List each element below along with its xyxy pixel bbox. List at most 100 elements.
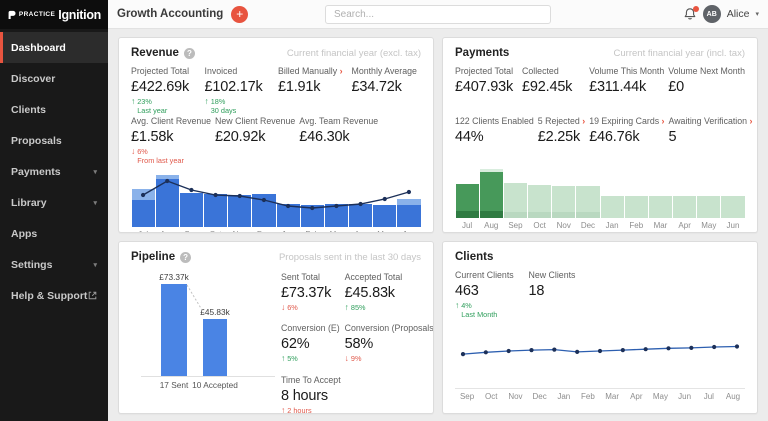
metric-delta: ↑18%30 days [205, 97, 275, 115]
month-label: Jan [600, 221, 624, 230]
pipeline-metrics: Sent Total£73.37k↓6%Accepted Total£45.83… [281, 270, 434, 414]
month-label: Aug [721, 392, 745, 401]
link-chevron-icon: › [337, 66, 342, 76]
revenue-bar [397, 167, 421, 227]
metric-value: 58% [345, 336, 434, 352]
payments-metrics-row1: Projected Total£407.93kCollected£92.45k V… [455, 66, 745, 116]
metric: Projected Total£407.93k [455, 66, 518, 95]
month-label: Aug [479, 221, 503, 230]
metric-value: 463 [455, 283, 525, 299]
month-label: Nov [552, 221, 576, 230]
metric-delta: ↓9% [345, 354, 434, 363]
practice-ignition-logo-icon [7, 9, 16, 21]
sidebar-item-discover[interactable]: Discover [0, 63, 108, 94]
revenue-bar [276, 167, 300, 227]
month-label: Jul [131, 230, 155, 233]
clients-months: SepOctNovDecJanFebMarAprMayJunJulAug [455, 388, 745, 401]
sidebar-item-clients[interactable]: Clients [0, 94, 108, 125]
metric-label[interactable]: 19 Expiring Cards › [589, 116, 664, 126]
metric: Collected£92.45k [522, 66, 585, 95]
metric-value: £422.69k [131, 79, 201, 95]
arrow-down-icon: ↓ [345, 354, 349, 363]
metric: 122 Clients Enabled44% [455, 116, 534, 145]
metric-label: Volume This Month [589, 66, 664, 76]
metric-label: Time To Accept [281, 375, 341, 385]
revenue-bar [179, 167, 203, 227]
payments-bar [503, 158, 527, 218]
month-label: Dec [528, 392, 552, 401]
metric-value: £311.44k [589, 79, 664, 95]
card-period: Proposals sent in the last 30 days [279, 252, 421, 263]
metric-value: £1.58k [131, 129, 211, 145]
sidebar-item-apps[interactable]: Apps [0, 218, 108, 249]
chevron-down-icon: ▾ [93, 168, 97, 176]
account-name[interactable]: Growth Accounting [117, 8, 223, 20]
metric-delta: ↓6% [281, 303, 341, 312]
metric-value: £20.92k [215, 129, 295, 145]
metric-label: Collected [522, 66, 585, 76]
link-chevron-icon: › [747, 116, 752, 126]
metric-value: £2.25k [538, 129, 585, 145]
sidebar-item-label: Clients [11, 104, 46, 116]
arrow-up-icon: ↑ [281, 406, 285, 414]
metric-label: Monthly Average [352, 66, 422, 76]
avatar[interactable]: AB [703, 5, 721, 23]
sidebar-item-settings[interactable]: Settings▾ [0, 249, 108, 280]
metric-label[interactable]: Awaiting Verification › [668, 116, 752, 126]
search-input[interactable] [325, 5, 551, 24]
metric-label[interactable]: Billed Manually › [278, 66, 348, 76]
metric: New Clients18 [529, 270, 599, 319]
metric-value: £46.30k [299, 129, 378, 145]
payments-bar [600, 158, 624, 218]
metric: Sent Total£73.37k↓6% [281, 272, 341, 312]
month-label: Mar [324, 230, 348, 233]
app-logo[interactable]: PRACTICE Ignition [0, 0, 108, 29]
pipeline-bar-label: 10 Accepted [192, 380, 238, 390]
month-label: Aug [155, 230, 179, 233]
payments-metrics-row2: 122 Clients Enabled44% 5 Rejected › £2.25k… [455, 116, 745, 156]
metric-label: Invoiced [205, 66, 275, 76]
revenue-card: Revenue ? Current financial year (excl. … [118, 37, 434, 233]
sidebar-item-dashboard[interactable]: Dashboard [0, 32, 108, 63]
clients-card-header: Clients [455, 250, 745, 264]
user-menu[interactable]: Alice [727, 8, 750, 20]
notification-badge [693, 6, 699, 12]
chevron-down-icon[interactable]: ▾ [755, 10, 759, 18]
payments-months: JulAugSepOctNovDecJanFebMarAprMayJun [455, 221, 745, 230]
month-label: Sep [179, 230, 203, 233]
month-label: Sep [503, 221, 527, 230]
revenue-chart: JulAugSepOctNovDecJanFebMarAprMayJun [131, 167, 421, 233]
help-icon[interactable]: ? [180, 252, 191, 263]
metric: Time To Accept8 hours↑2 hours [281, 375, 341, 414]
metric: Projected Total£422.69k↑23%Last year [131, 66, 201, 115]
metric: Monthly Average£34.72k [352, 66, 422, 115]
sidebar-item-help-support[interactable]: Help & Support [0, 280, 108, 311]
notifications-button[interactable] [683, 7, 697, 21]
pipeline-bar-label: 17 Sent [160, 380, 189, 390]
metric-label: Conversion (Proposals) [345, 323, 434, 333]
metric: Avg. Client Revenue£1.58k↓6%From last ye… [131, 116, 211, 165]
sidebar-item-library[interactable]: Library▾ [0, 187, 108, 218]
metric-delta: ↑4%Last Month [455, 301, 525, 319]
metric-label[interactable]: 5 Rejected › [538, 116, 585, 126]
month-label: Feb [300, 230, 324, 233]
arrow-up-icon: ↑ [281, 354, 285, 363]
arrow-down-icon: ↓ [281, 303, 285, 312]
pipeline-body: £73.37k17 Sent£45.83k10 Accepted Sent To… [131, 270, 421, 414]
metric: Conversion (Proposals) 58% ↓9% [345, 323, 434, 363]
sidebar-item-label: Library [11, 197, 47, 209]
payments-chart: JulAugSepOctNovDecJanFebMarAprMayJun [455, 158, 745, 230]
help-icon[interactable]: ? [184, 48, 195, 59]
sidebar-item-proposals[interactable]: Proposals [0, 125, 108, 156]
metric-label: Projected Total [455, 66, 518, 76]
sidebar-item-payments[interactable]: Payments▾ [0, 156, 108, 187]
sidebar-nav: DashboardDiscover Clients ProposalsPayment… [0, 29, 108, 311]
metric: Invoiced£102.17k↑18%30 days [205, 66, 275, 115]
metric-value: £45.83k [345, 285, 434, 301]
sidebar: PRACTICE Ignition DashboardDiscover Clien… [0, 0, 108, 421]
add-button[interactable]: + [231, 6, 248, 23]
card-title: Revenue [131, 47, 179, 59]
metric-label: Sent Total [281, 272, 341, 282]
metric-label: Current Clients [455, 270, 525, 280]
brand-ignition-text: Ignition [58, 8, 101, 22]
